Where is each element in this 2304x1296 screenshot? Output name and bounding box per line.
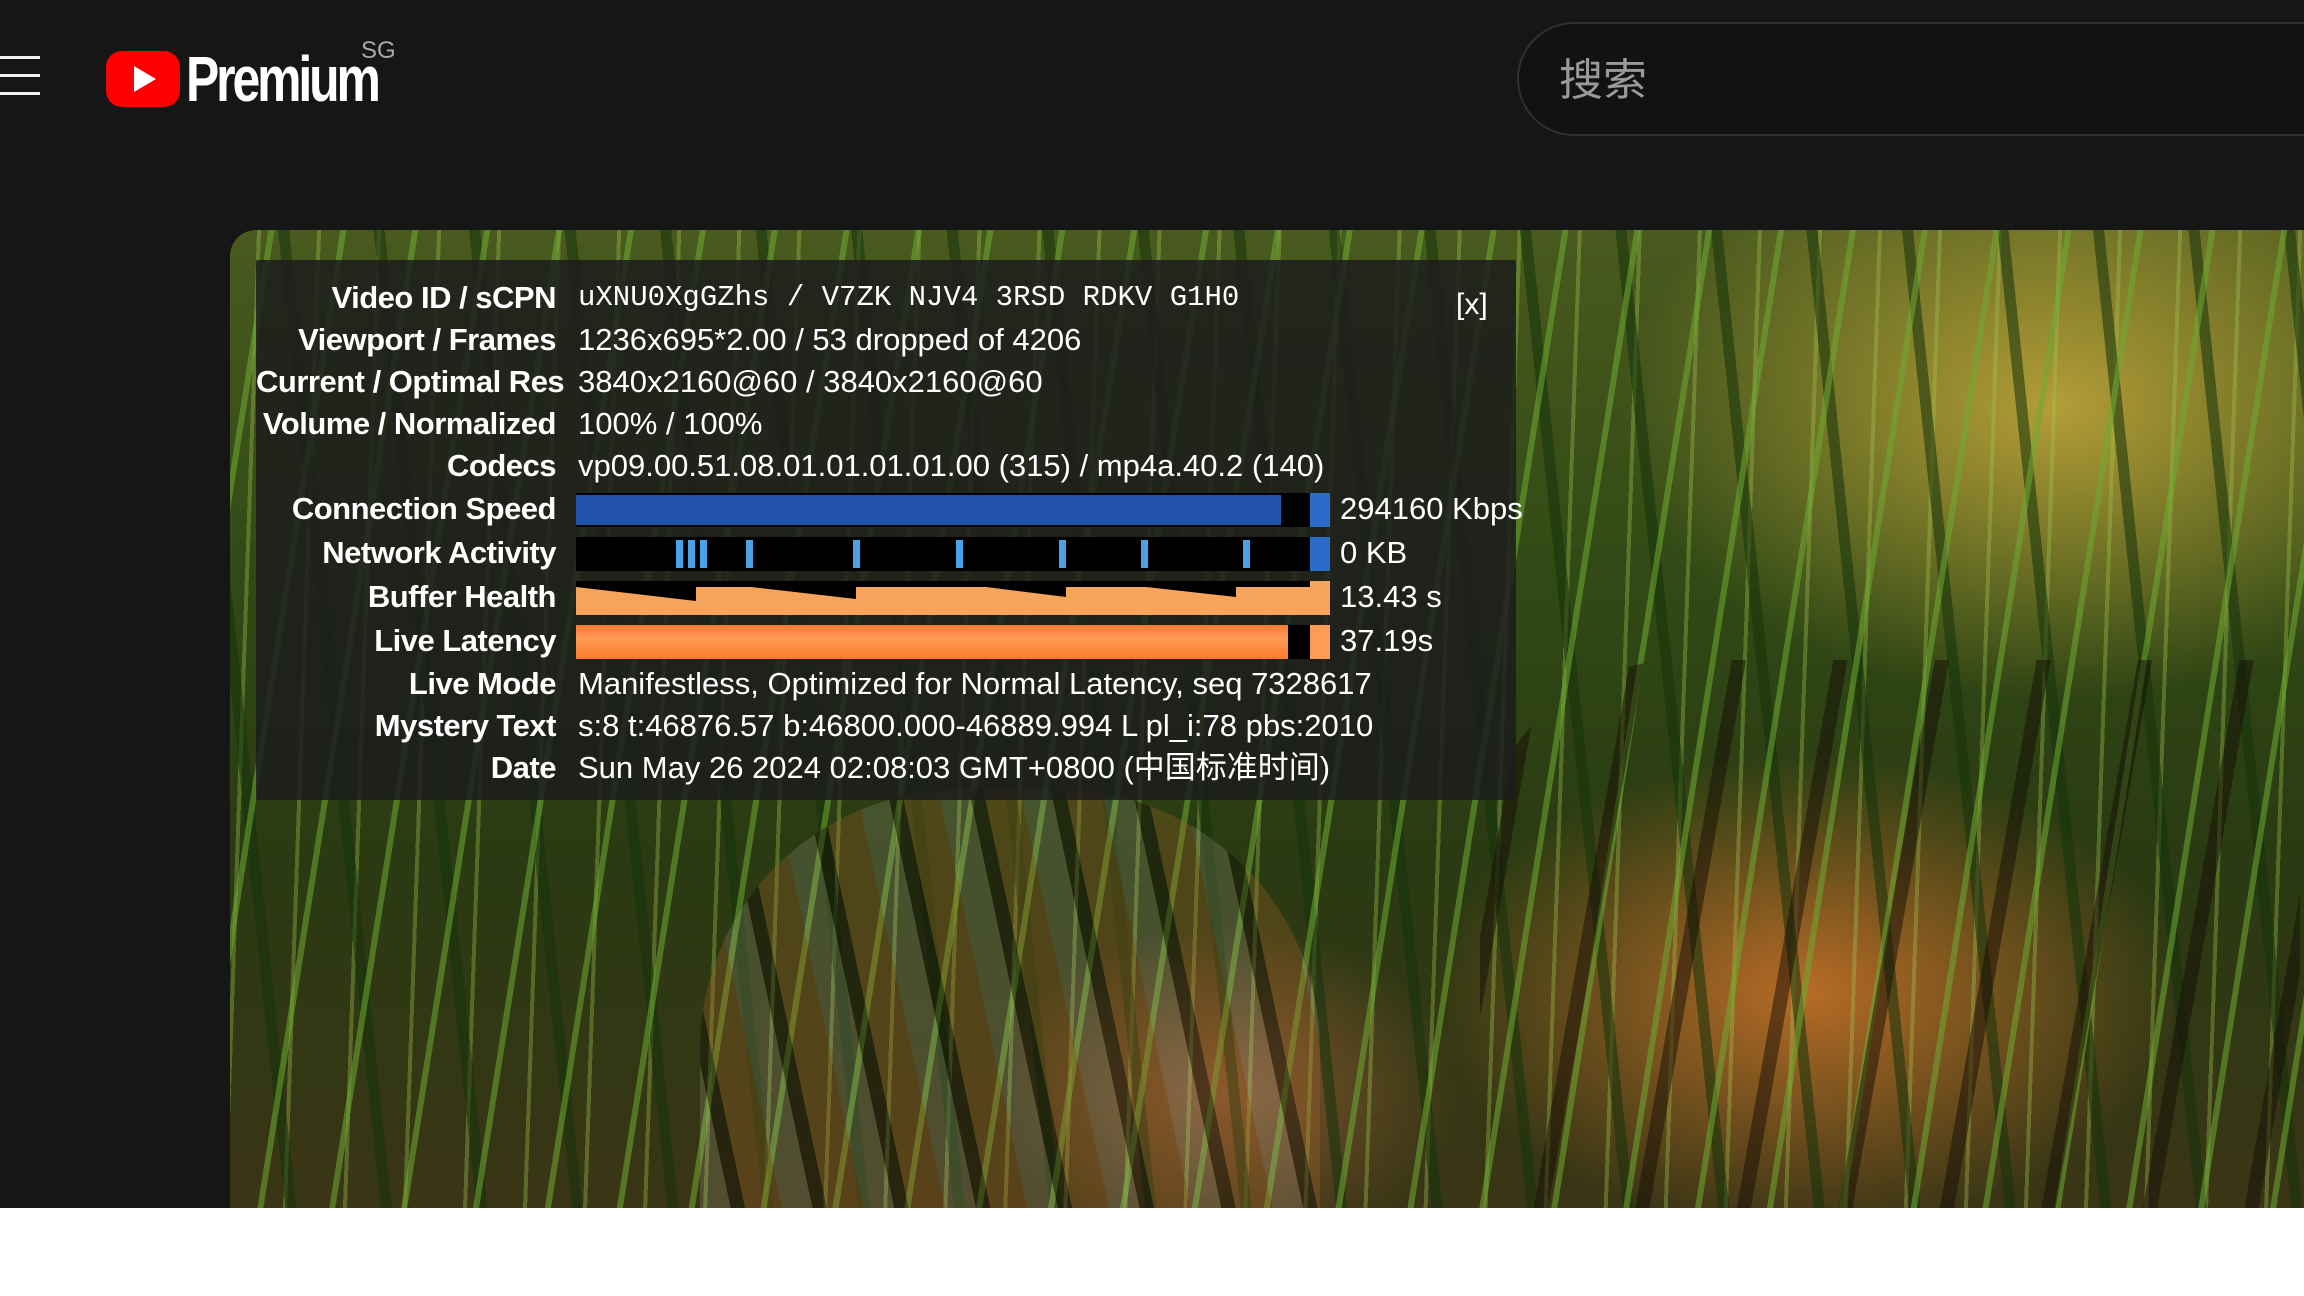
network-spike (1059, 540, 1066, 568)
stats-value: 0 KB (1340, 535, 1408, 570)
graph-marker (1310, 581, 1330, 615)
brand-text: Premium (186, 43, 381, 115)
stats-for-nerds-panel: [x] Video ID / sCPN uXNU0XgGZhs / V7ZK N… (256, 260, 1523, 800)
stats-label: Volume / Normalized (262, 406, 557, 441)
connection-speed-graph (576, 493, 1330, 527)
network-spike (688, 540, 695, 568)
stats-value: s:8 t:46876.57 b:46800.000-46889.994 L p… (578, 708, 1374, 743)
network-spike (1243, 540, 1250, 568)
stats-label: Date (490, 750, 557, 785)
stats-value: 37.19s (1340, 623, 1434, 658)
app-window: Premium SG [x] Video ID / sCPN uXNU0XgGZ… (0, 0, 2304, 1208)
stats-label: Mystery Text (374, 708, 557, 743)
search-input[interactable] (1557, 44, 2304, 116)
search-box[interactable] (1517, 22, 2304, 136)
network-spike (700, 540, 707, 568)
network-activity-graph (576, 537, 1330, 571)
stats-label: Connection Speed (291, 491, 557, 526)
stats-label: Buffer Health (367, 579, 557, 614)
network-spike (853, 540, 860, 568)
stats-value: 294160 Kbps (1340, 491, 1523, 526)
buffer-sawtooth (576, 581, 1316, 601)
stats-value: uXNU0XgGZhs / V7ZK NJV4 3RSD RDKV G1H0 (578, 281, 1240, 314)
video-frame-tiger-body (1480, 660, 2300, 1208)
live-latency-fill (576, 625, 1288, 659)
live-latency-graph (576, 625, 1330, 659)
stats-label: Viewport / Frames (298, 322, 556, 357)
connection-speed-fill (576, 495, 1281, 525)
stats-value: 13.43 s (1340, 579, 1442, 614)
stats-value: vp09.00.51.08.01.01.01.01.00 (315) / mp4… (578, 448, 1325, 483)
stats-value: 3840x2160@60 / 3840x2160@60 (578, 364, 1043, 399)
network-spike (1141, 540, 1148, 568)
network-spike (676, 540, 683, 568)
stats-value: Manifestless, Optimized for Normal Laten… (578, 666, 1372, 701)
network-spike (746, 540, 753, 568)
region-label: SG (361, 37, 396, 64)
stats-label: Current / Optimal Res (256, 364, 565, 399)
graph-marker (1310, 537, 1330, 571)
youtube-play-icon (106, 51, 180, 107)
close-button[interactable]: [x] (1456, 288, 1496, 328)
stats-label: Video ID / sCPN (331, 280, 557, 315)
video-frame-tiger-face (700, 790, 1320, 1208)
page-background (0, 1208, 2304, 1296)
menu-icon[interactable] (0, 56, 44, 100)
stats-value: 100% / 100% (578, 406, 763, 441)
stats-label: Live Mode (408, 666, 557, 701)
stats-value: 1236x695*2.00 / 53 dropped of 4206 (578, 322, 1082, 357)
buffer-health-graph (576, 581, 1330, 615)
network-spike (956, 540, 963, 568)
stats-label: Network Activity (322, 535, 556, 570)
graph-marker (1310, 625, 1330, 659)
graph-marker (1310, 493, 1330, 527)
stats-label: Live Latency (374, 623, 556, 658)
stats-label: Codecs (447, 448, 556, 483)
stats-value: Sun May 26 2024 02:08:03 GMT+0800 (中国标准时… (578, 750, 1331, 785)
